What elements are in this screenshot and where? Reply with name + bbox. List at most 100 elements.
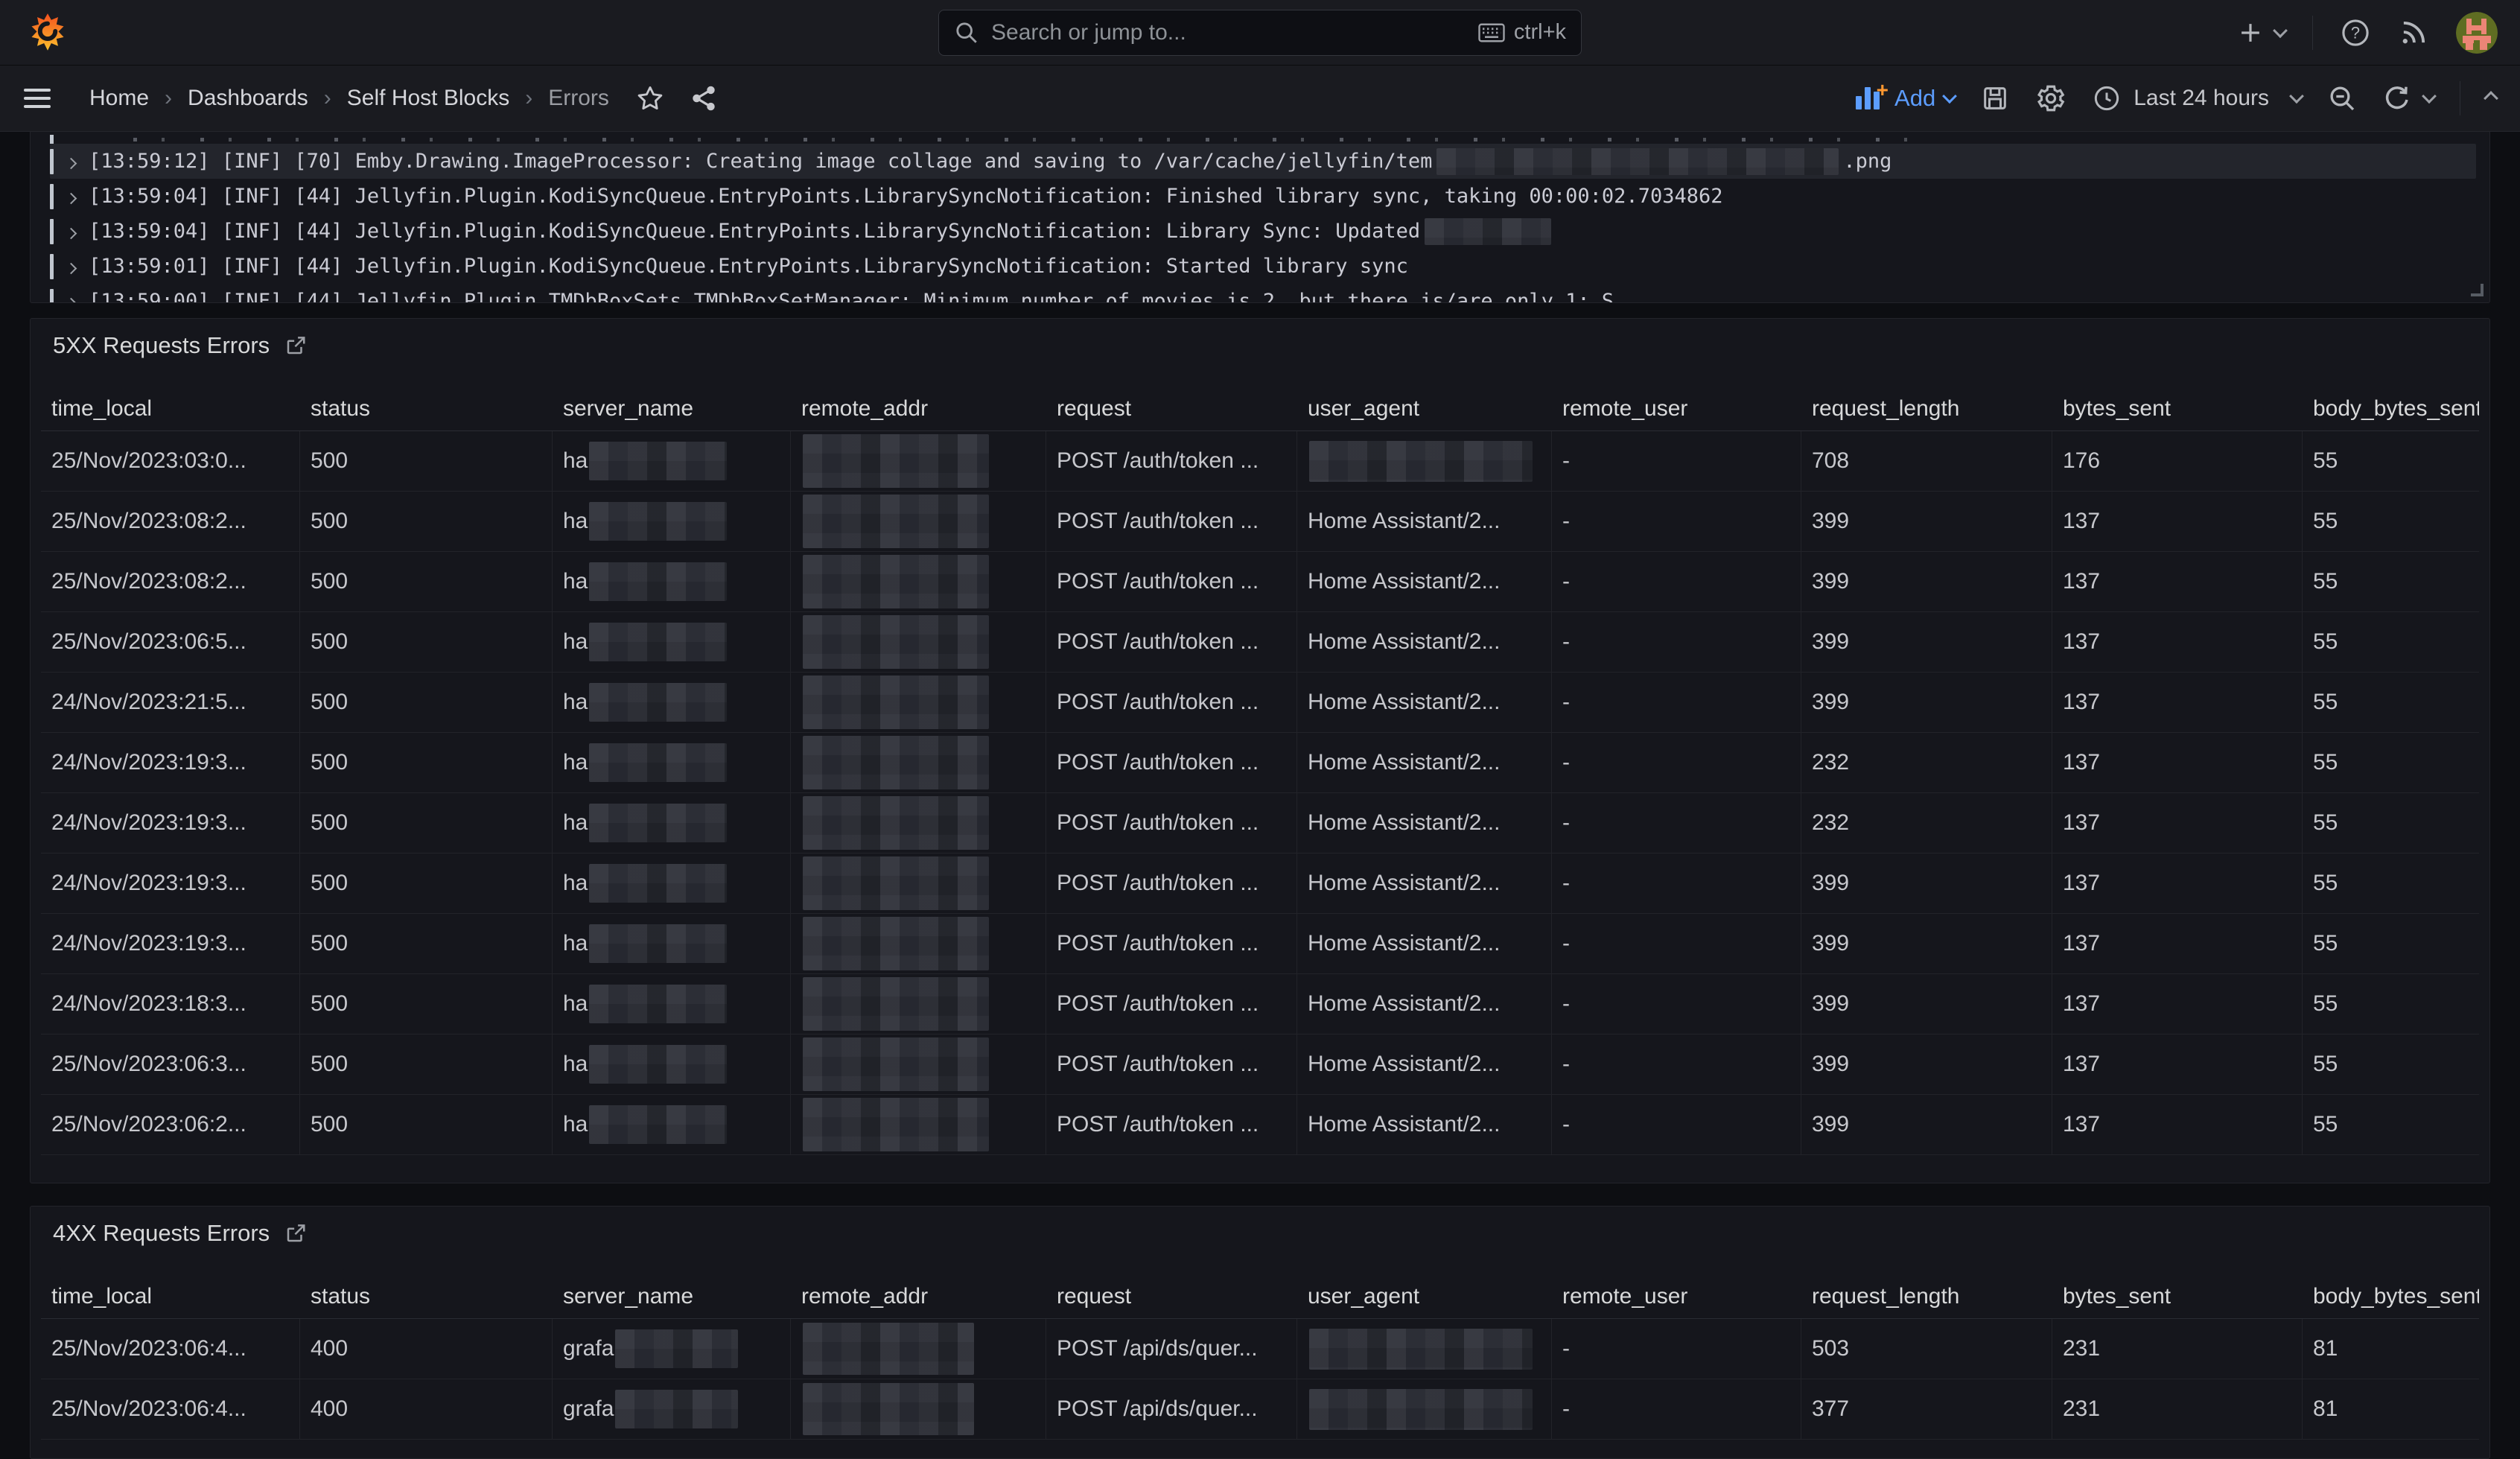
expand-chevron-icon[interactable] [67, 150, 75, 173]
table-cell: 137 [2052, 974, 2303, 1034]
refresh-button[interactable] [2382, 83, 2434, 113]
cell-text: grafa [563, 1336, 614, 1361]
column-header-status[interactable]: status [300, 396, 553, 422]
column-header-remote_addr[interactable]: remote_addr [791, 1284, 1046, 1309]
avatar[interactable] [2456, 12, 2498, 54]
column-header-request[interactable]: request [1046, 1284, 1297, 1309]
table-cell: - [1552, 1034, 1801, 1094]
redacted-blur [803, 555, 989, 608]
expand-chevron-icon[interactable] [67, 220, 75, 243]
topbar-actions: ? [2236, 12, 2498, 54]
expand-chevron-icon[interactable] [67, 185, 75, 208]
news-button[interactable] [2398, 17, 2429, 48]
search-box[interactable]: ctrl+k [938, 10, 1582, 56]
column-header-request_length[interactable]: request_length [1801, 1284, 2052, 1309]
column-header-time_local[interactable]: time_local [41, 396, 300, 422]
breadcrumb-item-home[interactable]: Home [89, 86, 149, 111]
table-cell: POST /auth/token ... [1046, 793, 1297, 853]
table-cell: POST /auth/token ... [1046, 854, 1297, 913]
column-header-server_name[interactable]: server_name [553, 1284, 791, 1309]
zoom-out-button[interactable] [2327, 83, 2357, 113]
table-cell: ha [553, 793, 791, 853]
column-header-remote_addr[interactable]: remote_addr [791, 396, 1046, 422]
redacted-blur [803, 917, 989, 970]
table-cell: 24/Nov/2023:18:3... [41, 974, 300, 1034]
panel-header[interactable]: 5XX Requests Errors [41, 319, 2479, 372]
save-dashboard-button[interactable] [1980, 83, 2010, 113]
column-header-user_agent[interactable]: user_agent [1297, 396, 1552, 422]
column-header-status[interactable]: status [300, 1284, 553, 1309]
table-cell: POST /auth/token ... [1046, 673, 1297, 732]
redacted-blur [803, 495, 989, 548]
column-header-server_name[interactable]: server_name [553, 396, 791, 422]
panel-add-icon: + [1856, 86, 1886, 111]
table-cell: POST /auth/token ... [1046, 552, 1297, 611]
search-input[interactable] [990, 19, 1468, 46]
table-cell: ha [553, 552, 791, 611]
panel-header[interactable]: 4XX Requests Errors [41, 1207, 2479, 1260]
panel-5xx-requests-errors: 5XX Requests Errors time_localstatusserv… [30, 318, 2490, 1183]
save-icon [1980, 83, 2010, 113]
menu-button[interactable] [24, 89, 51, 108]
table-row: 24/Nov/2023:19:3...500haPOST /auth/token… [41, 914, 2479, 974]
redacted-blur [589, 623, 727, 661]
favorite-button[interactable] [636, 84, 664, 112]
table-cell: 55 [2303, 673, 2479, 732]
log-text: .png [1843, 150, 1891, 173]
column-header-remote_user[interactable]: remote_user [1552, 1284, 1801, 1309]
redacted-blur [589, 562, 727, 601]
chevron-down-icon [2289, 89, 2304, 104]
column-header-body_bytes_sent[interactable]: body_bytes_sent [2303, 1284, 2479, 1309]
help-button[interactable]: ? [2340, 17, 2371, 48]
log-line[interactable]: [13:59:01] [INF] [44] Jellyfin.Plugin.Ko… [50, 249, 2489, 284]
panel-resize-handle[interactable] [2471, 284, 2484, 296]
table-cell: 500 [300, 492, 553, 551]
log-line[interactable]: [13:59:04] [INF] [44] Jellyfin.Plugin.Ko… [50, 214, 2489, 249]
table-cell: 708 [1801, 431, 2052, 491]
dashboard-toolbar: Home›Dashboards›Self Host Blocks›Errors … [0, 66, 2520, 132]
toolbar-actions: + Add Last 24 hours [1856, 81, 2496, 115]
share-button[interactable] [690, 84, 718, 112]
collapse-toolbar-button[interactable] [2486, 93, 2496, 104]
table-cell: Home Assistant/2... [1297, 793, 1552, 853]
table-cell: 137 [2052, 914, 2303, 973]
log-line[interactable]: [13:59:12] [INF] [70] Emby.Drawing.Image… [50, 144, 2476, 179]
column-header-bytes_sent[interactable]: bytes_sent [2052, 1284, 2303, 1309]
table-cell: 81 [2303, 1319, 2479, 1379]
plus-icon [2236, 19, 2265, 47]
dashboard-settings-button[interactable] [2035, 83, 2066, 114]
expand-chevron-icon[interactable] [67, 255, 75, 278]
table-cell: - [1552, 492, 1801, 551]
log-line[interactable]: [13:59:04] [INF] [44] Jellyfin.Plugin.Ko… [50, 179, 2489, 214]
log-text: [13:59:04] [INF] [44] Jellyfin.Plugin.Ko… [89, 185, 1722, 208]
column-header-request_length[interactable]: request_length [1801, 396, 2052, 422]
new-button[interactable] [2236, 19, 2285, 47]
table-cell: POST /auth/token ... [1046, 612, 1297, 672]
dashboard-canvas: [13:59:12] [INF] [70] Emby.Drawing.Image… [0, 132, 2520, 1459]
zoom-out-icon [2327, 83, 2357, 113]
table-cell: 55 [2303, 974, 2479, 1034]
table-cell [791, 854, 1046, 913]
table-cell: 500 [300, 974, 553, 1034]
breadcrumb-item-dashboards[interactable]: Dashboards [188, 86, 308, 111]
breadcrumb-item-self-host-blocks[interactable]: Self Host Blocks [347, 86, 509, 111]
log-line[interactable]: [13:59:00] [INF] [44] Jellyfin.Plugin.TM… [50, 284, 2489, 303]
grafana-logo[interactable] [28, 12, 67, 54]
external-link-icon[interactable] [284, 1222, 307, 1245]
external-link-icon[interactable] [284, 334, 307, 357]
star-icon [636, 84, 664, 112]
log-level-bar [50, 289, 54, 304]
cell-text: ha [563, 509, 588, 534]
column-header-time_local[interactable]: time_local [41, 1284, 300, 1309]
table-cell: 500 [300, 552, 553, 611]
column-header-remote_user[interactable]: remote_user [1552, 396, 1801, 422]
column-header-body_bytes_sent[interactable]: body_bytes_sent [2303, 396, 2479, 422]
add-panel-button[interactable]: + Add [1856, 85, 1955, 112]
column-header-bytes_sent[interactable]: bytes_sent [2052, 396, 2303, 422]
table-cell [791, 492, 1046, 551]
table-cell: ha [553, 733, 791, 792]
column-header-request[interactable]: request [1046, 396, 1297, 422]
expand-chevron-icon[interactable] [67, 290, 75, 303]
time-range-picker[interactable]: Last 24 hours [2092, 83, 2302, 113]
column-header-user_agent[interactable]: user_agent [1297, 1284, 1552, 1309]
